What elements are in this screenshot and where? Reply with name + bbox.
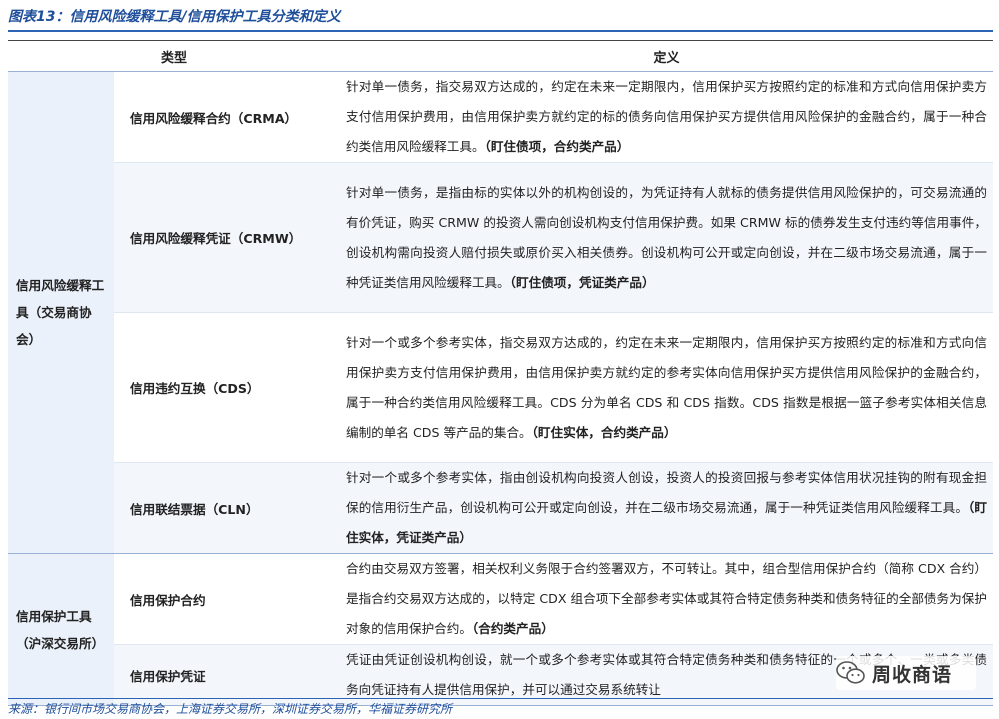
table-row: 信用联结票据（CLN） 针对一个或多个参考实体，指由创设机构向投资人创设，投资人…: [8, 462, 994, 554]
tool-tag: （盯住实体，合约类产品）: [531, 424, 677, 440]
tool-tag: （合约类产品）: [471, 621, 554, 636]
tool-name: 信用风险缓释凭证（CRMW）: [114, 162, 341, 313]
table-row: 信用保护工具（沪深交易所） 信用保护合约 合约由交易双方签署，相关权利义务限于合…: [8, 553, 994, 706]
tool-definition: 针对单一债务，指交易双方达成的，约定在未来一定期限内，信用保护买方按照约定的标准…: [340, 71, 994, 163]
watermark-text: 周收商语: [872, 663, 953, 686]
table-row: 信用风险缓释凭证（CRMW） 针对单一债务，是指由标的实体以外的机构创设的，为凭…: [8, 162, 994, 313]
watermark: 周收商语: [836, 656, 976, 690]
figure-title: 图表13：信用风险缓释工具/信用保护工具分类和定义: [8, 4, 993, 32]
tool-definition: 针对单一债务，是指由标的实体以外的机构创设的，为凭证持有人就标的债务提供信用风险…: [340, 162, 994, 313]
tool-tag: （盯住债项，凭证类产品）: [509, 274, 655, 290]
tool-name: 信用联结票据（CLN）: [114, 462, 341, 554]
tool-definition: 合约由交易双方签署，相关权利义务限于合约签署双方，不可转让。其中，组合型信用保护…: [340, 553, 994, 645]
classification-table: 类型 定义 信用风险缓释工具（交易商协会） 信用风险缓释合约（CRMA） 针对单…: [8, 40, 994, 706]
category-cell: 信用保护工具（沪深交易所）: [8, 553, 114, 706]
category-cell: 信用风险缓释工具（交易商协会）: [8, 71, 114, 554]
tool-name: 信用风险缓释合约（CRMA）: [114, 71, 341, 163]
tool-definition: 针对一个或多个参考实体，指由创设机构向投资人创设，投资人的投资回报与参考实体信用…: [340, 462, 994, 554]
table-header-row: 类型 定义: [8, 40, 994, 72]
tool-name: 信用违约互换（CDS）: [114, 312, 341, 463]
tool-definition: 针对一个或多个参考实体，指交易双方达成的，约定在未来一定期限内，信用保护买方按照…: [340, 312, 994, 463]
tool-tag: （盯住债项，合约类产品）: [484, 139, 630, 154]
wechat-icon: [836, 661, 865, 684]
source-note: 来源：银行间市场交易商协会，上海证券交易所，深圳证券交易所，华福证券研究所: [8, 698, 993, 719]
table-row: 信用违约互换（CDS） 针对一个或多个参考实体，指交易双方达成的，约定在未来一定…: [8, 312, 994, 463]
tool-name: 信用保护凭证: [114, 644, 341, 706]
tool-name: 信用保护合约: [114, 553, 341, 645]
header-type: 类型: [8, 40, 341, 72]
header-definition: 定义: [340, 40, 994, 72]
table-row: 信用风险缓释工具（交易商协会） 信用风险缓释合约（CRMA） 针对单一债务，指交…: [8, 71, 994, 554]
